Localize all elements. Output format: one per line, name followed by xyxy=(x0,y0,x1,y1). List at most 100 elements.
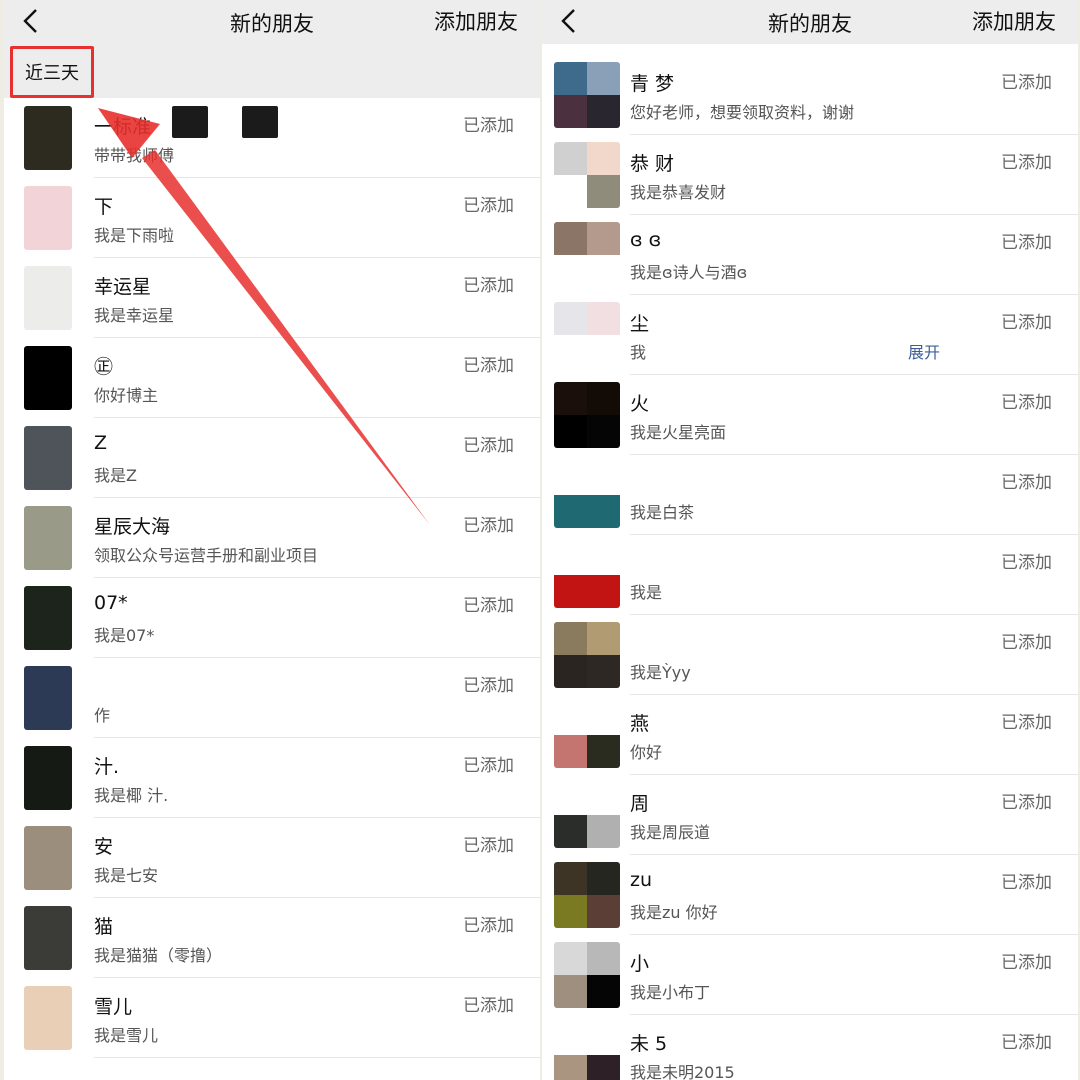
friend-request-row[interactable]: 作 已添加 xyxy=(4,658,540,738)
contact-name: 07* xyxy=(94,592,128,614)
add-friend-button[interactable]: 添加朋友 xyxy=(972,6,1056,36)
avatar[interactable] xyxy=(24,426,72,490)
request-message: 我是ɞ诗人与酒ɞ xyxy=(630,263,748,282)
added-status-label: 已添加 xyxy=(1001,73,1052,93)
added-status-label: 已添加 xyxy=(1001,713,1052,733)
added-status-label: 已添加 xyxy=(463,276,514,296)
avatar[interactable] xyxy=(554,462,620,528)
contact-name: ㊣ xyxy=(94,356,114,378)
added-status-label: 已添加 xyxy=(463,516,514,536)
friend-request-list: 一标准 带带我师傅 已添加下我是下雨啦 已添加 幸运星 我是幸运星 已添加㊣你好博主 已添加 Z… xyxy=(4,98,540,1058)
avatar[interactable] xyxy=(554,782,620,848)
avatar[interactable] xyxy=(554,302,620,368)
row-divider xyxy=(94,1057,540,1058)
avatar[interactable] xyxy=(24,906,72,970)
friend-request-row[interactable]: 07* 我是07* 已添加 xyxy=(4,578,540,658)
contact-name: 火 xyxy=(630,393,650,415)
friend-request-row[interactable]: 幸运星 我是幸运星 已添加 xyxy=(4,258,540,338)
friend-request-row[interactable]: 我是白茶 已添加 xyxy=(542,455,1078,535)
avatar[interactable] xyxy=(24,506,72,570)
request-message: 我是下雨啦 xyxy=(94,226,175,245)
request-message: 领取公众号运营手册和副业项目 xyxy=(94,546,319,565)
avatar[interactable] xyxy=(554,382,620,448)
friend-request-row[interactable]: 一标准 带带我师傅 已添加 xyxy=(4,98,540,178)
request-message: 我是周辰道 xyxy=(630,823,711,842)
friend-request-row[interactable]: 青 梦您好老师，想要领取资料，谢谢 已添加 xyxy=(542,55,1078,135)
request-message: 我是雪儿 xyxy=(94,1026,159,1045)
avatar[interactable] xyxy=(24,346,72,410)
friend-request-row[interactable]: 猫我是猫猫（零撸） 已添加 xyxy=(4,898,540,978)
friend-request-row[interactable]: Z 我是Z 已添加 xyxy=(4,418,540,498)
friend-request-row[interactable]: ㊣你好博主 已添加 xyxy=(4,338,540,418)
avatar[interactable] xyxy=(24,746,72,810)
navigation-bar: 新的朋友 添加朋友 xyxy=(542,0,1078,44)
avatar[interactable] xyxy=(554,142,620,208)
friend-request-row[interactable]: 下我是下雨啦 已添加 xyxy=(4,178,540,258)
added-status-label: 已添加 xyxy=(463,676,514,696)
friend-request-row[interactable]: 安我是七安 已添加 xyxy=(4,818,540,898)
avatar[interactable] xyxy=(24,666,72,730)
request-message: 我是幸运星 xyxy=(94,306,175,325)
section-header: 近三天 xyxy=(4,44,540,98)
chevron-left-icon[interactable] xyxy=(20,6,42,36)
request-message: 作 xyxy=(94,706,111,725)
expand-link[interactable]: 展开 xyxy=(908,339,940,363)
contact-name: 未 5 xyxy=(630,1033,668,1055)
friend-request-row[interactable]: ɞ ɞ 我是ɞ诗人与酒ɞ 已添加 xyxy=(542,215,1078,295)
avatar[interactable] xyxy=(554,862,620,928)
avatar[interactable] xyxy=(24,826,72,890)
avatar[interactable] xyxy=(554,622,620,688)
contact-name: 小 xyxy=(630,953,650,975)
right-phone-screen: 新的朋友 添加朋友 青 梦您好老师，想要领取资料，谢谢 已添加恭 财我是恭喜发财已… xyxy=(542,0,1078,1080)
avatar[interactable] xyxy=(554,62,620,128)
avatar[interactable] xyxy=(554,942,620,1008)
avatar[interactable] xyxy=(554,542,620,608)
added-status-label: 已添加 xyxy=(1001,233,1052,253)
request-message: 我是火星亮面 xyxy=(630,423,727,442)
friend-request-row[interactable]: 未 5 我是未明2015 已添加 xyxy=(542,1015,1078,1080)
added-status-label: 已添加 xyxy=(463,596,514,616)
friend-request-row[interactable]: 周我是周辰道 已添加 xyxy=(542,775,1078,855)
friend-request-row[interactable]: 燕你好 已添加 xyxy=(542,695,1078,775)
friend-request-row[interactable]: 汁. 我是椰 汁. 已添加 xyxy=(4,738,540,818)
friend-request-row[interactable]: 星辰大海 领取公众号运营手册和副业项目 已添加 xyxy=(4,498,540,578)
added-status-label: 已添加 xyxy=(1001,953,1052,973)
avatar[interactable] xyxy=(24,186,72,250)
contact-name: 青 梦 xyxy=(630,73,675,95)
friend-request-row[interactable]: 恭 财我是恭喜发财 已添加 xyxy=(542,135,1078,215)
avatar[interactable] xyxy=(554,222,620,288)
avatar[interactable] xyxy=(24,986,72,1050)
contact-name: ɞ ɞ xyxy=(630,229,662,251)
friend-request-row[interactable]: 我是Ỳyy 已添加 xyxy=(542,615,1078,695)
request-message: 我是Ỳyy xyxy=(630,663,691,682)
contact-name: 尘 xyxy=(630,313,650,335)
redaction-block xyxy=(172,106,208,138)
request-message: 带带我师傅 xyxy=(94,146,175,165)
request-message: 我是恭喜发财 xyxy=(630,183,727,202)
added-status-label: 已添加 xyxy=(1001,473,1052,493)
avatar[interactable] xyxy=(24,586,72,650)
request-message: 我是zu 你好 xyxy=(630,903,718,922)
friend-request-row[interactable]: 我是 已添加 xyxy=(542,535,1078,615)
added-status-label: 已添加 xyxy=(463,196,514,216)
request-message: 我是七安 xyxy=(94,866,159,885)
contact-name: 恭 财 xyxy=(630,153,675,175)
friend-request-row[interactable]: zu 我是zu 你好 已添加 xyxy=(542,855,1078,935)
avatar[interactable] xyxy=(554,702,620,768)
add-friend-button[interactable]: 添加朋友 xyxy=(434,6,518,36)
contact-name: 安 xyxy=(94,836,114,858)
avatar[interactable] xyxy=(554,1022,620,1080)
friend-request-row[interactable]: 小我是小布丁 已添加 xyxy=(542,935,1078,1015)
friend-request-row[interactable]: 尘我 展开 已添加 xyxy=(542,295,1078,375)
navigation-bar: 新的朋友 添加朋友 xyxy=(4,0,540,44)
contact-name: 周 xyxy=(630,793,650,815)
avatar[interactable] xyxy=(24,266,72,330)
request-message: 我是07* xyxy=(94,626,155,645)
chevron-left-icon[interactable] xyxy=(558,6,580,36)
friend-request-row[interactable]: 雪儿 我是雪儿 已添加 xyxy=(4,978,540,1058)
friend-request-row[interactable]: 火我是火星亮面 已添加 xyxy=(542,375,1078,455)
request-message: 你好博主 xyxy=(94,386,159,405)
added-status-label: 已添加 xyxy=(463,836,514,856)
request-message: 您好老师，想要领取资料，谢谢 xyxy=(630,103,855,122)
avatar[interactable] xyxy=(24,106,72,170)
